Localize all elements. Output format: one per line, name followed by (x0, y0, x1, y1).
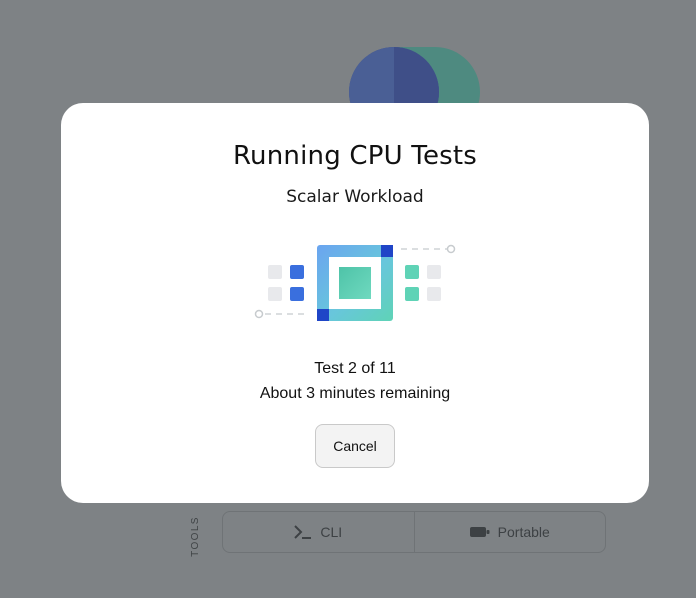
running-tests-dialog: Running CPU Tests Scalar Workload Test 2… (61, 103, 649, 503)
cli-button-label: CLI (320, 524, 343, 540)
portable-button[interactable]: Portable (413, 512, 606, 552)
cli-button[interactable]: CLI (223, 512, 414, 552)
portable-button-label: Portable (497, 524, 550, 540)
tools-section-label: TOOLS (189, 515, 201, 557)
time-remaining: About 3 minutes remaining (259, 385, 451, 402)
battery-icon (469, 526, 490, 538)
app-window: TOOLS CLI Portable Running CPU Tests Sca… (0, 0, 696, 598)
cancel-button[interactable]: Cancel (315, 424, 395, 468)
progress-status: Test 2 of 11 About 3 minutes remaining (61, 356, 649, 406)
tools-bar: CLI Portable (222, 511, 606, 553)
workload-name: Scalar Workload (286, 187, 424, 207)
terminal-icon (294, 525, 312, 539)
cpu-test-illustration-icon (254, 244, 456, 321)
test-counter: Test 2 of 11 (314, 360, 396, 377)
dialog-title: Running CPU Tests (232, 141, 478, 171)
